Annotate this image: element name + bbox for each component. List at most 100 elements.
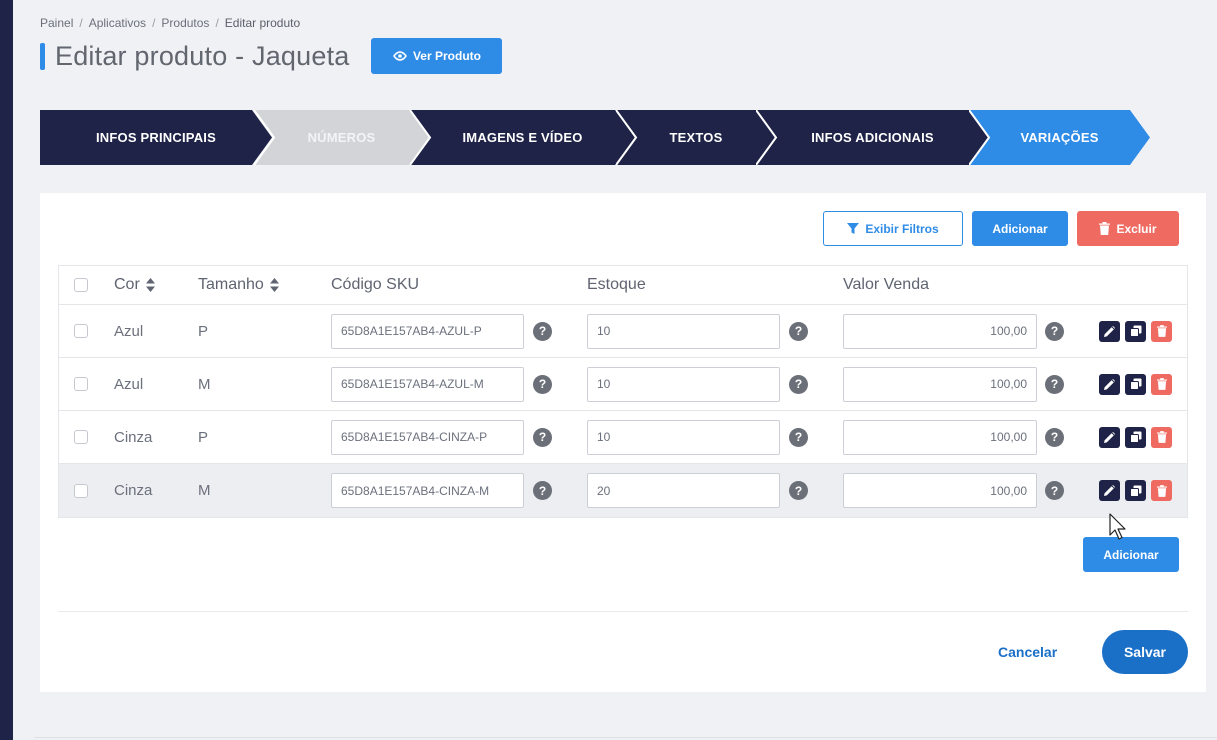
delete-row-button[interactable] [1151,426,1172,448]
help-icon[interactable]: ? [533,481,552,500]
step-infos-adicionais[interactable]: INFOS ADICIONAIS [756,110,989,165]
stock-cell: 10 [587,411,780,463]
header-color-label: Cor [114,276,140,293]
cursor-icon [1109,513,1126,540]
sku-input[interactable]: 65D8A1E157AB4-AZUL-M [331,366,524,402]
trash-icon [1156,378,1167,390]
view-product-button[interactable]: Ver Produto [371,38,503,74]
header-stock: Estoque [587,276,646,293]
select-all-checkbox[interactable] [74,278,88,292]
add-button[interactable]: Adicionar [972,211,1068,246]
step-numeros[interactable]: NÚMEROS [254,110,429,165]
step-imagens-video[interactable]: IMAGENS E VÍDEO [410,110,635,165]
row-checkbox[interactable] [74,324,88,338]
breadcrumb-separator: / [79,16,83,30]
price-help-cell: ? [1045,358,1064,410]
price-input[interactable]: 100,00 [843,419,1037,455]
duplicate-button[interactable] [1125,373,1146,395]
row-actions [1099,464,1172,517]
breadcrumb-aplicativos[interactable]: Aplicativos [89,16,146,30]
help-icon[interactable]: ? [1045,374,1064,394]
breadcrumb-produtos[interactable]: Produtos [161,16,209,30]
sku-cell: 65D8A1E157AB4-CINZA-P [331,411,524,463]
edit-button[interactable] [1099,480,1120,501]
stock-help-cell: ? [789,411,808,463]
help-icon[interactable]: ? [789,374,808,394]
duplicate-button[interactable] [1125,320,1146,342]
title-row: Editar produto - Jaqueta Ver Produto [40,38,503,74]
stock-input[interactable]: 10 [587,366,780,402]
help-icon[interactable]: ? [789,427,808,447]
row-checkbox[interactable] [74,377,88,391]
copy-icon [1129,485,1141,497]
duplicate-button[interactable] [1125,480,1146,501]
stock-input[interactable]: 10 [587,313,780,349]
sku-input[interactable]: 65D8A1E157AB4-AZUL-P [331,313,524,349]
pencil-icon [1104,378,1115,390]
breadcrumb-separator: / [152,16,156,30]
step-label: VARIAÇÕES [1020,130,1099,145]
sort-icon [269,278,279,292]
help-icon[interactable]: ? [533,427,552,447]
table-header: Cor Tamanho Código SKU Estoque Valor Ven… [59,266,1187,305]
help-icon[interactable]: ? [1045,427,1064,447]
header-size-label: Tamanho [198,276,264,293]
step-variacoes[interactable]: VARIAÇÕES [969,110,1150,165]
row-checkbox[interactable] [74,430,88,444]
duplicate-button[interactable] [1125,426,1146,448]
stock-input[interactable]: 10 [587,419,780,455]
step-textos[interactable]: TEXTOS [616,110,776,165]
edit-button[interactable] [1099,373,1120,395]
header-color[interactable]: Cor [114,266,155,304]
stock-help-cell: ? [789,305,808,357]
breadcrumb: Painel / Aplicativos / Produtos / Editar… [40,16,300,30]
edit-button[interactable] [1099,320,1120,342]
show-filters-button[interactable]: Exibir Filtros [823,211,963,246]
help-icon[interactable]: ? [1045,321,1064,341]
header-size[interactable]: Tamanho [198,266,279,304]
breadcrumb-painel[interactable]: Painel [40,16,73,30]
save-button[interactable]: Salvar [1102,630,1188,674]
delete-row-button[interactable] [1151,480,1172,501]
pencil-icon [1104,485,1115,496]
delete-row-button[interactable] [1151,320,1172,342]
step-infos-principais[interactable]: INFOS PRINCIPAIS [40,110,272,165]
row-color: Azul [114,375,144,393]
help-icon[interactable]: ? [789,481,808,500]
row-size: P [198,322,209,340]
help-icon[interactable]: ? [1045,481,1064,500]
trash-icon [1099,222,1111,235]
stock-cell: 10 [587,358,780,410]
help-icon[interactable]: ? [533,374,552,394]
sku-help-cell: ? [533,358,552,410]
price-input[interactable]: 100,00 [843,366,1037,402]
select-all-cell [74,266,88,304]
cancel-button[interactable]: Cancelar [998,644,1057,660]
sku-input[interactable]: 65D8A1E157AB4-CINZA-P [331,419,524,455]
show-filters-label: Exibir Filtros [865,221,939,236]
price-input[interactable]: 100,00 [843,313,1037,349]
help-icon[interactable]: ? [533,321,552,341]
row-checkbox[interactable] [74,483,88,498]
price-help-cell: ? [1045,305,1064,357]
add-variation-button[interactable]: Adicionar [1083,537,1179,572]
sku-cell: 65D8A1E157AB4-AZUL-M [331,358,524,410]
row-color: Azul [114,322,144,340]
sku-input[interactable]: 65D8A1E157AB4-CINZA-M [331,473,524,508]
sku-cell: 65D8A1E157AB4-AZUL-P [331,305,524,357]
trash-icon [1156,484,1167,497]
row-select-cell [74,411,88,463]
row-color: Cinza [114,428,153,446]
stock-input[interactable]: 20 [587,473,780,508]
delete-row-button[interactable] [1151,373,1172,395]
delete-button[interactable]: Excluir [1077,211,1179,246]
row-color: Cinza [114,482,153,499]
help-icon[interactable]: ? [789,321,808,341]
price-input[interactable]: 100,00 [843,473,1037,508]
app-sidebar-edge [0,0,13,740]
table-row: Cinza M 65D8A1E157AB4-CINZA-M? 20? 100,00? [59,464,1187,517]
row-actions [1099,305,1172,357]
edit-button[interactable] [1099,426,1120,448]
row-actions [1099,358,1172,410]
price-help-cell: ? [1045,411,1064,463]
